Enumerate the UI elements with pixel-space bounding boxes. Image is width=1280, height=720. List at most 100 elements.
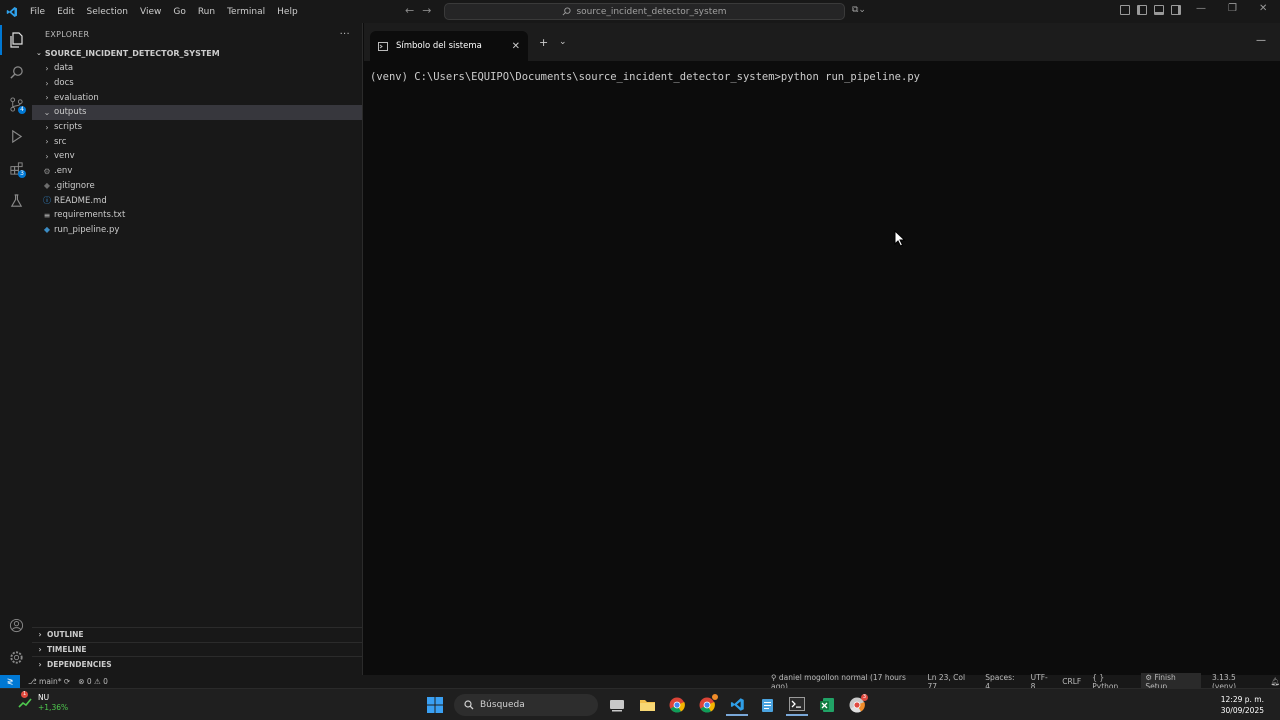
restore-icon[interactable]: ❐ — [1228, 3, 1237, 14]
tree-item-label: venv — [54, 151, 75, 162]
source-control-badge: 4 — [18, 106, 26, 114]
folder-row-docs[interactable]: › docs — [32, 76, 362, 91]
toggle-secondary-sidebar-icon[interactable] — [1171, 5, 1181, 15]
toggle-panel-icon[interactable] — [1154, 5, 1164, 15]
section-label: TIMELINE — [47, 644, 87, 654]
new-tab-plus-icon[interactable]: + — [539, 36, 548, 49]
command-center[interactable]: source_incident_detector_system — [444, 3, 845, 20]
terminal-tab[interactable]: Símbolo del sistema ✕ — [370, 31, 528, 61]
chevron-right-icon: › — [38, 630, 42, 640]
vscode-logo-icon — [0, 0, 24, 23]
extensions-icon[interactable]: 3 — [0, 153, 32, 183]
manage-gear-icon[interactable] — [0, 642, 32, 672]
folder-row-src[interactable]: › src — [32, 134, 362, 149]
file-row[interactable]: ≡ requirements.txt — [32, 208, 362, 223]
tree-item-label: run_pipeline.py — [54, 224, 120, 235]
menu-item-view[interactable]: View — [134, 7, 167, 17]
excel-icon[interactable] — [816, 694, 838, 716]
python-file-icon: ◆ — [43, 225, 51, 235]
section-outline[interactable]: › OUTLINE — [32, 626, 362, 642]
setup-icon: ⚙ — [1145, 672, 1153, 682]
vscode-taskbar-icon[interactable] — [726, 694, 748, 716]
account-icon[interactable] — [0, 610, 32, 640]
folder-row-data[interactable]: › data — [32, 61, 362, 76]
tree-item-label: README.md — [54, 195, 107, 206]
status-bar: ≷ ⎇ main* ⟳ ⊗ 0 ⚠ 0 ⚲ daniel mogollon no… — [0, 672, 1280, 691]
terminal-panel: Símbolo del sistema ✕ + ⌄ — (venv) C:\Us… — [364, 23, 1280, 673]
taskbar-search[interactable]: Búsqueda — [454, 694, 598, 716]
extensions-badge: 3 — [18, 170, 26, 178]
chrome-profile-icon[interactable] — [696, 694, 718, 716]
search-icon[interactable] — [0, 57, 32, 87]
terminal-command-line[interactable]: (venv) C:\Users\EQUIPO\Documents\source_… — [370, 71, 920, 83]
windows-start-icon[interactable] — [424, 694, 446, 716]
tab-dropdown-chevron-icon[interactable]: ⌄ — [559, 37, 567, 47]
tree-item-label: evaluation — [54, 92, 99, 103]
terminal-minimize-icon[interactable]: — — [1256, 35, 1266, 46]
customize-layout-icon[interactable] — [1120, 5, 1130, 15]
problems-indicator[interactable]: ⊗ 0 ⚠ 0 — [78, 677, 108, 686]
menu-item-file[interactable]: File — [24, 7, 51, 17]
remote-indicator-icon[interactable]: ≷ — [0, 675, 20, 688]
clock-time: 12:29 p. m. — [1220, 695, 1264, 704]
search-icon — [563, 7, 572, 16]
testing-flask-icon[interactable] — [0, 185, 32, 215]
section-timeline[interactable]: › TIMELINE — [32, 641, 362, 657]
file-row[interactable]: ◆ run_pipeline.py — [32, 223, 362, 238]
terminal-taskbar-icon[interactable] — [786, 694, 808, 716]
branch-indicator[interactable]: ⎇ main* ⟳ — [28, 677, 70, 686]
chevron-right-icon: › — [45, 151, 49, 161]
toggle-primary-sidebar-icon[interactable] — [1137, 5, 1147, 15]
title-bar: File Edit Selection View Go Run Terminal Help ←… — [0, 0, 1280, 23]
navigation-arrows: ← → — [405, 4, 431, 17]
file-row[interactable]: ◆ .gitignore — [32, 179, 362, 194]
menu-item-help[interactable]: Help — [271, 7, 304, 17]
warning-count: 0 — [103, 677, 108, 686]
close-tab-icon[interactable]: ✕ — [512, 41, 520, 52]
file-tree: › data › docs › evaluation ⌄ outputs › scripts › sr… — [32, 61, 362, 237]
run-debug-icon[interactable] — [0, 121, 32, 151]
tree-item-label: requirements.txt — [54, 210, 126, 221]
env-gear-icon: ⚙ — [43, 166, 51, 176]
menu-bar: File Edit Selection View Go Run Terminal Help — [24, 0, 304, 23]
back-arrow-icon[interactable]: ← — [405, 4, 414, 17]
notifications-bell-icon[interactable]: 🔔︎ — [1270, 677, 1280, 686]
blame-icon: ⚲ — [771, 672, 777, 682]
system-clock[interactable]: 12:29 p. m. 30/09/2025 — [1208, 694, 1264, 716]
forward-arrow-icon[interactable]: → — [422, 4, 431, 17]
folder-row-venv[interactable]: › venv — [32, 149, 362, 164]
chevron-down-icon: ⌄ — [43, 107, 51, 117]
file-row[interactable]: ⓘ README.md — [32, 193, 362, 208]
folder-row-outputs[interactable]: ⌄ outputs — [32, 105, 362, 120]
workspace-root[interactable]: ⌄ SOURCE_INCIDENT_DETECTOR_SYSTEM — [32, 45, 362, 61]
source-control-icon[interactable]: 4 — [0, 89, 32, 119]
copilot-icon[interactable]: ⧉⌄ — [852, 5, 866, 15]
menu-item-terminal[interactable]: Terminal — [221, 7, 271, 17]
explorer-icon[interactable] — [0, 25, 32, 55]
section-dependencies[interactable]: › DEPENDENCIES — [32, 656, 362, 671]
menu-item-edit[interactable]: Edit — [51, 7, 80, 17]
line-ending[interactable]: CRLF — [1062, 677, 1081, 686]
chevron-right-icon: › — [45, 63, 49, 73]
menu-item-selection[interactable]: Selection — [81, 7, 134, 17]
stock-widget[interactable]: 1 NU +1,36% — [18, 691, 69, 713]
more-actions-icon[interactable]: ··· — [340, 29, 350, 40]
folder-row-evaluation[interactable]: › evaluation — [32, 90, 362, 105]
stock-change: +1,36% — [38, 703, 69, 712]
taskbar-apps: Búsqueda 3 — [424, 694, 868, 716]
menu-item-go[interactable]: Go — [167, 7, 191, 17]
folder-row-scripts[interactable]: › scripts — [32, 120, 362, 135]
clock-date: 30/09/2025 — [1220, 706, 1264, 715]
file-explorer-icon[interactable] — [636, 694, 658, 716]
explorer-title: EXPLORER — [45, 29, 90, 39]
chrome-canary-icon[interactable]: 3 — [846, 694, 868, 716]
file-row[interactable]: ⚙ .env — [32, 164, 362, 179]
sidebar-sections: › OUTLINE › TIMELINE › DEPENDENCIES — [32, 626, 362, 671]
chrome-icon[interactable] — [666, 694, 688, 716]
minimize-icon[interactable]: — — [1196, 3, 1206, 14]
menu-item-run[interactable]: Run — [192, 7, 221, 17]
task-view-icon[interactable] — [606, 694, 628, 716]
close-window-icon[interactable]: ✕ — [1259, 3, 1267, 14]
explorer-sidebar: EXPLORER ··· ⌄ SOURCE_INCIDENT_DETECTOR_… — [32, 23, 363, 675]
notepad-icon[interactable] — [756, 694, 778, 716]
